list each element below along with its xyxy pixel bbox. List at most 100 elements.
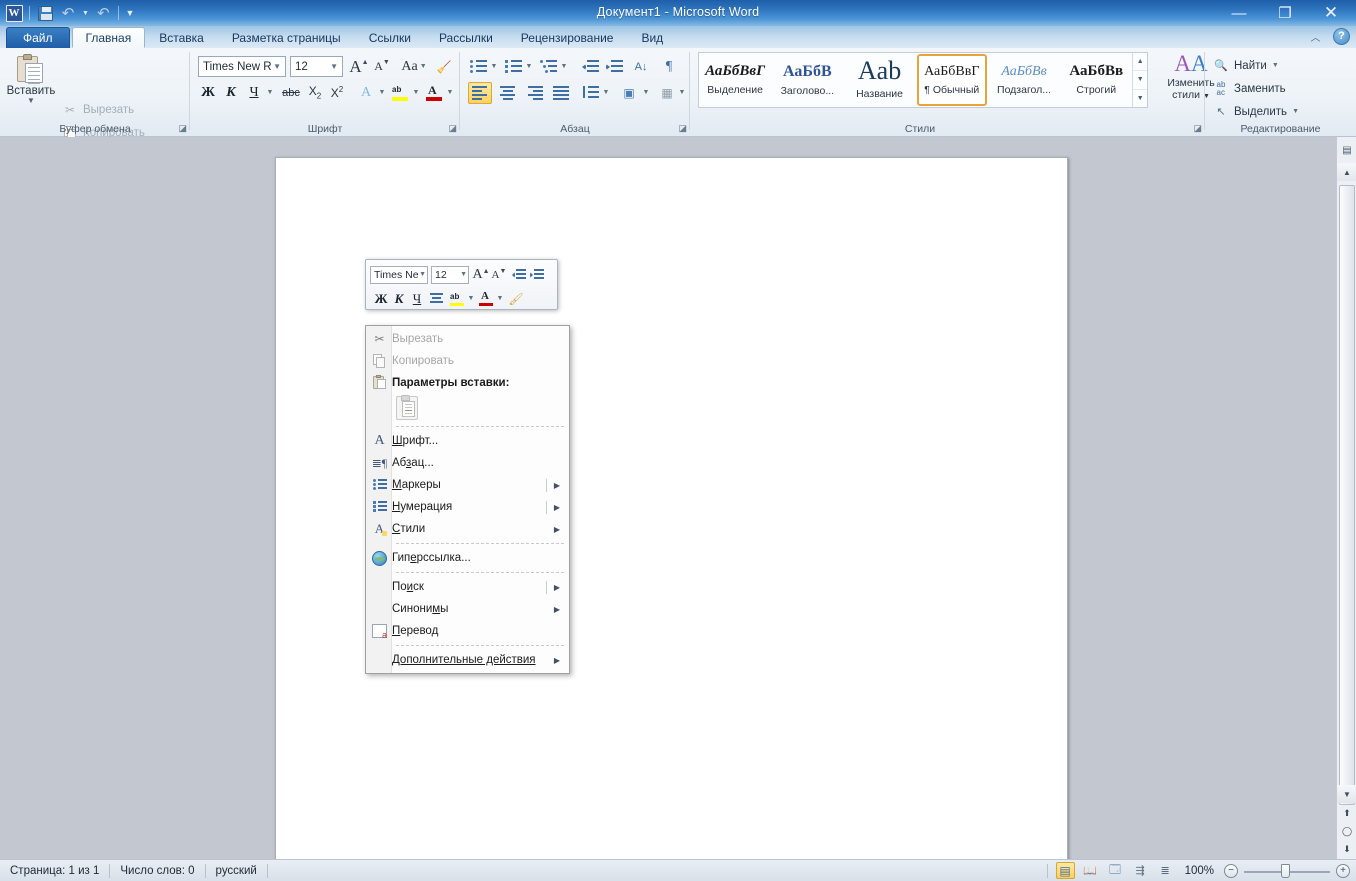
chevron-right-icon[interactable]: ▶ (554, 481, 560, 490)
select-dropdown-icon[interactable]: ▼ (1292, 108, 1299, 115)
minimize-button[interactable]: — (1226, 3, 1252, 23)
chevron-right-icon[interactable]: ▶ (554, 605, 560, 614)
decrease-indent-button[interactable] (579, 56, 601, 77)
highlight-dropdown-icon[interactable]: ▼ (410, 82, 422, 103)
show-formatting-marks-button[interactable]: ¶ (658, 56, 680, 77)
scroll-down-button[interactable]: ▼ (1337, 785, 1356, 803)
font-size-combo[interactable]: 12 ▼ (290, 56, 343, 77)
line-spacing-button[interactable] (579, 82, 601, 103)
context-menu-item-styles[interactable]: A Стили ▶ (366, 518, 569, 540)
select-browse-object-icon[interactable]: ▤ (1337, 139, 1356, 161)
select-button[interactable]: ↖ Выделить ▼ (1213, 101, 1299, 122)
shrink-font-button[interactable]: A ▼ (371, 56, 393, 77)
scrollbar-thumb[interactable] (1339, 185, 1355, 805)
shading-button[interactable]: ▣ (618, 82, 640, 103)
font-color-button[interactable]: A (424, 82, 444, 103)
subscript-button[interactable]: X2 (304, 82, 326, 103)
mini-highlight-dropdown-icon[interactable]: ▼ (466, 289, 476, 308)
grow-font-button[interactable]: A ▲ (348, 56, 370, 77)
context-menu-item-cut[interactable]: ✂ Вырезать (366, 328, 569, 350)
find-dropdown-icon[interactable]: ▼ (1272, 62, 1279, 69)
paragraph-dialog-launcher-icon[interactable]: ◪ (676, 123, 687, 134)
mini-increase-indent-button[interactable] (528, 265, 546, 284)
clipboard-dialog-launcher-icon[interactable]: ◪ (176, 123, 187, 134)
chevron-down-icon[interactable]: ▼ (271, 62, 283, 71)
draft-view-button[interactable]: ≣ (1156, 862, 1175, 879)
styles-gallery[interactable]: АаБбВвГ Выделение АаБбВ Заголово... Аab … (698, 52, 1148, 108)
mini-highlight-button[interactable]: ab (448, 289, 466, 308)
font-name-combo[interactable]: Times New Rc ▼ (198, 56, 286, 77)
context-menu-item-additional-actions[interactable]: Дополнительные действия ▶ (366, 649, 569, 671)
line-spacing-dropdown-icon[interactable]: ▼ (600, 82, 612, 103)
context-menu-item-hyperlink[interactable]: Гиперссылка... (366, 547, 569, 569)
zoom-in-button[interactable]: + (1336, 863, 1350, 878)
shading-dropdown-icon[interactable]: ▼ (640, 82, 652, 103)
context-menu-item-bullets[interactable]: Маркеры ▶ (366, 474, 569, 496)
mini-italic-button[interactable]: К (390, 289, 408, 308)
tab-insert[interactable]: Вставка (145, 27, 218, 48)
tab-references[interactable]: Ссылки (355, 27, 425, 48)
mini-font-color-dropdown-icon[interactable]: ▼ (495, 289, 505, 308)
align-right-button[interactable] (522, 82, 546, 104)
status-word-count[interactable]: Число слов: 0 (110, 862, 204, 880)
restore-button[interactable]: ❐ (1272, 3, 1298, 23)
chevron-right-icon[interactable]: ▶ (554, 583, 560, 592)
borders-button[interactable]: ▦ (656, 82, 678, 103)
tab-home[interactable]: Главная (71, 27, 146, 48)
outline-view-button[interactable]: ⇶ (1131, 862, 1150, 879)
chevron-down-icon[interactable]: ▼ (419, 271, 426, 278)
tab-view[interactable]: Вид (627, 27, 677, 48)
numbering-dropdown-icon[interactable]: ▼ (523, 56, 535, 77)
paste-button[interactable]: Вставить ▼ (7, 52, 55, 120)
style-item-strong[interactable]: АаБбВв Строгий (1061, 54, 1131, 106)
zoom-slider-handle[interactable] (1281, 863, 1290, 878)
mini-format-painter-button[interactable]: 🖌 (507, 289, 525, 308)
context-menu-item-paragraph[interactable]: ≣¶ Абзац... (366, 452, 569, 474)
underline-dropdown-icon[interactable]: ▼ (264, 82, 276, 103)
text-effects-button[interactable]: A (356, 82, 376, 103)
superscript-button[interactable]: X2 (326, 82, 348, 103)
next-page-icon[interactable]: ⬇ (1337, 844, 1356, 855)
mini-font-color-button[interactable]: A (477, 289, 495, 308)
style-item-subtitle[interactable]: АаБбВв Подзагол... (989, 54, 1059, 106)
browse-object-icon[interactable]: ◯ (1337, 826, 1356, 837)
context-menu-item-search[interactable]: Поиск ▶ (366, 576, 569, 598)
bold-button[interactable]: Ж (198, 82, 218, 103)
vertical-scrollbar[interactable]: ▤ ▲ ▼ ⬆ ◯ ⬇ (1336, 137, 1356, 859)
multilevel-list-button[interactable] (538, 56, 558, 77)
style-item-emphasis[interactable]: АаБбВвГ Выделение (700, 54, 770, 106)
chevron-right-icon[interactable]: ▶ (554, 525, 560, 534)
minimize-ribbon-icon[interactable]: ︿ (1307, 28, 1324, 45)
mini-underline-button[interactable]: Ч (408, 289, 426, 308)
styles-scroll-up-icon[interactable]: ▲ (1133, 53, 1147, 72)
align-center-button[interactable] (495, 82, 519, 104)
style-item-title[interactable]: Аab Название (844, 54, 914, 106)
status-language[interactable]: русский (206, 862, 267, 880)
chevron-down-icon[interactable]: ▼ (328, 62, 340, 71)
zoom-out-button[interactable]: − (1224, 863, 1238, 878)
mini-decrease-indent-button[interactable] (510, 265, 528, 284)
previous-page-icon[interactable]: ⬆ (1337, 808, 1356, 819)
styles-scroll-down-icon[interactable]: ▼ (1133, 71, 1147, 90)
styles-more-icon[interactable]: ▼ (1133, 90, 1147, 107)
italic-button[interactable]: К (221, 82, 241, 103)
chevron-down-icon[interactable]: ▼ (460, 271, 467, 278)
replace-button[interactable]: ab ac Заменить (1213, 78, 1286, 99)
underline-button[interactable]: Ч (244, 82, 264, 103)
numbering-button[interactable] (503, 56, 523, 77)
font-color-dropdown-icon[interactable]: ▼ (444, 82, 456, 103)
borders-dropdown-icon[interactable]: ▼ (676, 82, 688, 103)
increase-indent-button[interactable] (603, 56, 625, 77)
context-menu-item-translate[interactable]: Перевод (366, 620, 569, 642)
style-item-heading1[interactable]: АаБбВ Заголово... (772, 54, 842, 106)
cut-button[interactable]: ✂ Вырезать (62, 100, 134, 120)
zoom-level[interactable]: 100% (1185, 865, 1214, 877)
context-menu-paste-option-button[interactable] (366, 393, 569, 423)
print-layout-view-button[interactable]: ▤ (1055, 862, 1075, 879)
mini-font-size-combo[interactable]: 12 ▼ (431, 265, 469, 284)
style-item-normal[interactable]: АаБбВвГ ¶ Обычный (916, 54, 987, 106)
styles-gallery-scrollbar[interactable]: ▲ ▼ ▼ (1132, 53, 1147, 107)
mini-font-name-combo[interactable]: Times Ne ▼ (370, 265, 428, 284)
styles-dialog-launcher-icon[interactable]: ◪ (1191, 123, 1202, 134)
mini-bold-button[interactable]: Ж (372, 289, 390, 308)
